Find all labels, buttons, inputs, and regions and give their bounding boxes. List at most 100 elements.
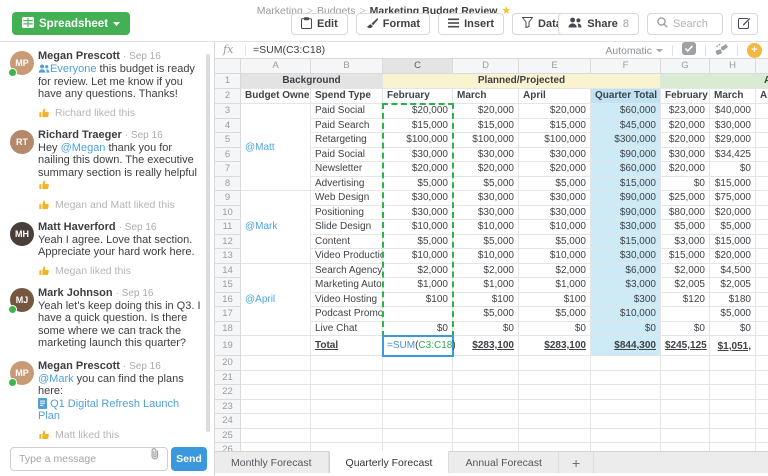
cell-D6[interactable]: $30,000: [453, 148, 519, 163]
cell-F13[interactable]: $30,000: [591, 249, 661, 264]
message-input[interactable]: [10, 447, 168, 471]
cell-H15[interactable]: $2,005: [710, 278, 756, 293]
column-header-H[interactable]: H: [710, 59, 756, 74]
cell-C24[interactable]: [383, 414, 453, 429]
cell-I19[interactable]: [756, 336, 768, 356]
cell-F21[interactable]: [591, 371, 661, 386]
cell-I21[interactable]: [756, 371, 768, 386]
owner-group-@Matt[interactable]: @Matt: [241, 104, 311, 191]
row-header-11[interactable]: 11: [215, 220, 241, 235]
cell-G26[interactable]: [661, 443, 710, 451]
row-header-14[interactable]: 14: [215, 264, 241, 279]
cell-H13[interactable]: $20,000: [710, 249, 756, 264]
cell-C12[interactable]: $5,000: [383, 235, 453, 250]
cell-H2[interactable]: March: [710, 89, 756, 104]
cell-G6[interactable]: $30,000: [661, 148, 710, 163]
cell-B11[interactable]: Slide Design: [311, 220, 383, 235]
sidebar-scrollbar[interactable]: [206, 54, 210, 432]
cell-B10[interactable]: Positioning: [311, 206, 383, 221]
cell-E16[interactable]: $100: [519, 293, 591, 308]
cell-H5[interactable]: $29,000: [710, 133, 756, 148]
cell-D14[interactable]: $2,000: [453, 264, 519, 279]
cell-D12[interactable]: $5,000: [453, 235, 519, 250]
row-header-3[interactable]: 3: [215, 104, 241, 119]
column-header-F[interactable]: F: [591, 59, 661, 74]
row-header-6[interactable]: 6: [215, 148, 241, 163]
cell-B20[interactable]: [311, 356, 383, 371]
cell-A26[interactable]: [241, 443, 311, 451]
cell-C6[interactable]: $30,000: [383, 148, 453, 163]
cell-E13[interactable]: $10,000: [519, 249, 591, 264]
cell-F2[interactable]: Quarter Total: [591, 89, 661, 104]
like-row[interactable]: Matt liked this: [38, 429, 202, 441]
cell-F15[interactable]: $3,000: [591, 278, 661, 293]
cell-A25[interactable]: [241, 429, 311, 444]
cell-G24[interactable]: [661, 414, 710, 429]
cell-B23[interactable]: [311, 400, 383, 415]
cell-H25[interactable]: [710, 429, 756, 444]
cell-D5[interactable]: $100,000: [453, 133, 519, 148]
cell-A22[interactable]: [241, 385, 311, 400]
band-green[interactable]: Actual: [661, 74, 768, 89]
cell-G20[interactable]: [661, 356, 710, 371]
cell-H11[interactable]: $5,000: [710, 220, 756, 235]
cell-F24[interactable]: [591, 414, 661, 429]
document-link[interactable]: Q1 Digital Refresh Launch Plan: [38, 398, 179, 423]
cell-G8[interactable]: $0: [661, 177, 710, 192]
cell-I6[interactable]: [756, 148, 768, 163]
cell-I7[interactable]: [756, 162, 768, 177]
cell-H17[interactable]: $5,000: [710, 307, 756, 322]
column-header-I[interactable]: I: [756, 59, 768, 74]
cell-E4[interactable]: $15,000: [519, 119, 591, 134]
format-mode-dropdown[interactable]: Automatic: [605, 45, 663, 57]
cell-H19[interactable]: $1,051,500: [710, 336, 756, 356]
cell-G14[interactable]: $2,000: [661, 264, 710, 279]
cell-E9[interactable]: $30,000: [519, 191, 591, 206]
row-header-7[interactable]: 7: [215, 162, 241, 177]
cell-G25[interactable]: [661, 429, 710, 444]
cell-I24[interactable]: [756, 414, 768, 429]
cell-C10[interactable]: $30,000: [383, 206, 453, 221]
band-gray[interactable]: Background: [241, 74, 383, 89]
row-header-5[interactable]: 5: [215, 133, 241, 148]
cell-D11[interactable]: $10,000: [453, 220, 519, 235]
cell-D4[interactable]: $15,000: [453, 119, 519, 134]
cell-I25[interactable]: [756, 429, 768, 444]
row-header-20[interactable]: 20: [215, 356, 241, 371]
cell-D13[interactable]: $10,000: [453, 249, 519, 264]
cell-H3[interactable]: $40,000: [710, 104, 756, 119]
cell-G9[interactable]: $25,000: [661, 191, 710, 206]
cell-G19[interactable]: $245,125: [661, 336, 710, 356]
cell-D20[interactable]: [453, 356, 519, 371]
compose-button[interactable]: [731, 13, 758, 35]
cell-I10[interactable]: [756, 206, 768, 221]
cell-E2[interactable]: April: [519, 89, 591, 104]
row-header-25[interactable]: 25: [215, 429, 241, 444]
cell-I14[interactable]: [756, 264, 768, 279]
mention-link[interactable]: @Mark: [38, 373, 74, 385]
cell-G23[interactable]: [661, 400, 710, 415]
cell-B9[interactable]: Web Design: [311, 191, 383, 206]
cell-I12[interactable]: [756, 235, 768, 250]
column-header-G[interactable]: G: [661, 59, 710, 74]
cell-A21[interactable]: [241, 371, 311, 386]
sheet-tab-annual-forecast[interactable]: Annual Forecast: [449, 452, 558, 473]
cell-E22[interactable]: [519, 385, 591, 400]
row-header-1[interactable]: 1: [215, 74, 241, 89]
cell-H10[interactable]: $20,000: [710, 206, 756, 221]
cell-E3[interactable]: $20,000: [519, 104, 591, 119]
cell-B22[interactable]: [311, 385, 383, 400]
cell-F3[interactable]: $60,000: [591, 104, 661, 119]
cell-E6[interactable]: $30,000: [519, 148, 591, 163]
cell-E10[interactable]: $30,000: [519, 206, 591, 221]
cell-I22[interactable]: [756, 385, 768, 400]
cell-B13[interactable]: Video Production: [311, 249, 383, 264]
cell-I18[interactable]: [756, 322, 768, 337]
cell-C16[interactable]: $100: [383, 293, 453, 308]
cell-G10[interactable]: $80,000: [661, 206, 710, 221]
cell-C15[interactable]: $1,000: [383, 278, 453, 293]
row-header-8[interactable]: 8: [215, 177, 241, 192]
cell-F5[interactable]: $300,000: [591, 133, 661, 148]
cell-A19[interactable]: [241, 336, 311, 356]
cell-E19[interactable]: $283,100: [519, 336, 591, 356]
